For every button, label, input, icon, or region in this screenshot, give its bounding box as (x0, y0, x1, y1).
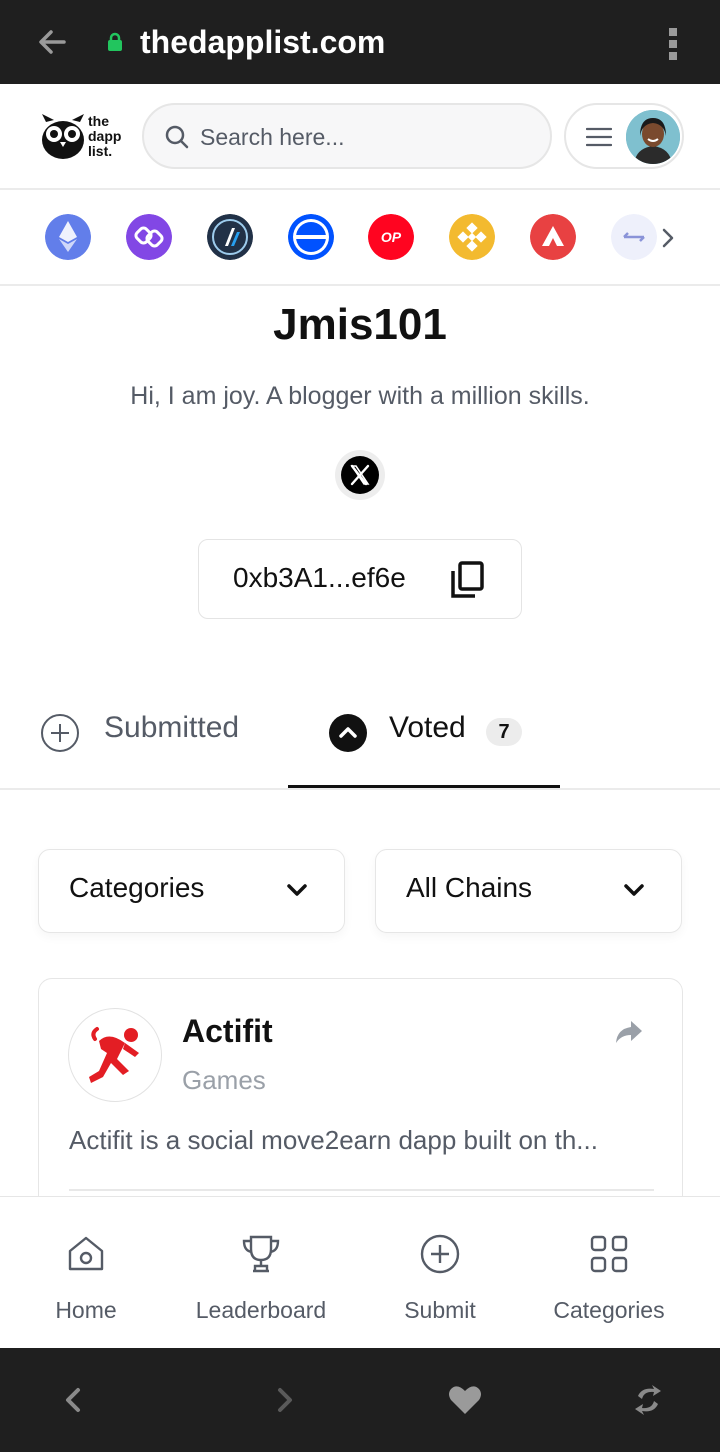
card-divider (69, 1189, 654, 1191)
avatar[interactable] (626, 110, 680, 164)
upvote-icon (329, 714, 367, 752)
chains-dropdown[interactable]: All Chains (375, 849, 682, 933)
arbitrum-chain-icon[interactable] (207, 214, 253, 260)
bnb-chain-icon[interactable] (449, 214, 495, 260)
chevron-right-icon[interactable] (266, 1382, 302, 1418)
share-icon[interactable] (615, 1019, 643, 1045)
nav-categories-label: Categories (553, 1297, 665, 1323)
lock-icon (108, 32, 122, 51)
optimism-chain-icon[interactable]: OP (368, 214, 414, 260)
x-social-link[interactable] (335, 450, 385, 500)
categories-dropdown[interactable]: Categories (38, 849, 345, 933)
logo-text: the dapp list. (88, 113, 122, 159)
back-arrow-icon[interactable] (34, 24, 70, 60)
bottom-navigation: Home Leaderboard Submit Categories (0, 1196, 720, 1348)
chevron-down-icon (287, 884, 307, 896)
profile-username: Jmis101 (273, 300, 447, 349)
dapp-logo (68, 1008, 162, 1102)
nav-submit[interactable]: Submit (384, 1197, 496, 1347)
nav-leaderboard-label: Leaderboard (195, 1297, 327, 1323)
polygon-chain-icon[interactable] (126, 214, 172, 260)
heart-icon[interactable] (447, 1382, 483, 1418)
nav-submit-label: Submit (404, 1297, 476, 1323)
chain-filter-row: OP (0, 190, 720, 286)
more-vertical-icon[interactable] (666, 26, 680, 62)
tab-voted[interactable]: Voted 7 (288, 680, 560, 788)
dapp-description: Actifit is a social move2earn dapp built… (69, 1125, 598, 1155)
ethereum-chain-icon[interactable] (45, 214, 91, 260)
chevron-down-icon (624, 884, 644, 896)
grid-icon (590, 1235, 628, 1273)
site-header: the dapp list. (0, 84, 720, 190)
search-icon (165, 125, 189, 149)
nav-categories[interactable]: Categories (540, 1197, 678, 1347)
categories-dropdown-label: Categories (69, 872, 205, 903)
tab-submitted-label: Submitted (104, 711, 240, 744)
search-bar[interactable] (142, 103, 552, 169)
account-menu-button[interactable] (564, 103, 684, 169)
plus-circle-icon (41, 714, 79, 752)
chevron-right-icon[interactable] (652, 222, 684, 254)
hamburger-icon (586, 127, 612, 147)
home-icon (68, 1236, 104, 1271)
plus-circle-icon (420, 1234, 460, 1274)
browser-bottom-bar (0, 1348, 720, 1452)
tab-submitted[interactable]: Submitted (0, 680, 288, 788)
trophy-icon (242, 1235, 280, 1273)
chains-dropdown-label: All Chains (406, 872, 533, 903)
search-input[interactable] (200, 117, 530, 157)
tab-voted-label: Voted (389, 711, 466, 744)
voted-count-badge: 7 (486, 718, 522, 746)
wallet-address: 0xb3A1...ef6e (233, 562, 406, 593)
dapp-title[interactable]: Actifit (182, 1013, 273, 1050)
avalanche-chain-icon[interactable] (530, 214, 576, 260)
runner-logo-icon (89, 1027, 139, 1083)
address-bar[interactable]: thedapplist.com (140, 20, 385, 64)
more-chains-icon[interactable] (611, 214, 657, 260)
refresh-icon[interactable] (630, 1382, 666, 1418)
base-chain-icon[interactable] (288, 214, 334, 260)
profile-bio: Hi, I am joy. A blogger with a million s… (130, 382, 590, 410)
nav-home[interactable]: Home (30, 1197, 142, 1347)
dapp-category: Games (182, 1065, 266, 1095)
site-logo[interactable]: the dapp list. (40, 110, 132, 164)
optimism-label: OP (381, 229, 402, 245)
copy-icon[interactable] (449, 560, 485, 600)
owl-logo-icon (42, 114, 84, 159)
profile-tabs: Submitted Voted 7 (0, 680, 720, 790)
wallet-address-box[interactable]: 0xb3A1...ef6e (198, 539, 522, 619)
x-logo-icon (341, 456, 379, 494)
chevron-left-icon[interactable] (56, 1382, 92, 1418)
nav-home-label: Home (55, 1297, 117, 1323)
avatar-image (626, 110, 680, 164)
browser-toolbar: thedapplist.com (0, 0, 720, 84)
nav-leaderboard[interactable]: Leaderboard (182, 1197, 340, 1347)
